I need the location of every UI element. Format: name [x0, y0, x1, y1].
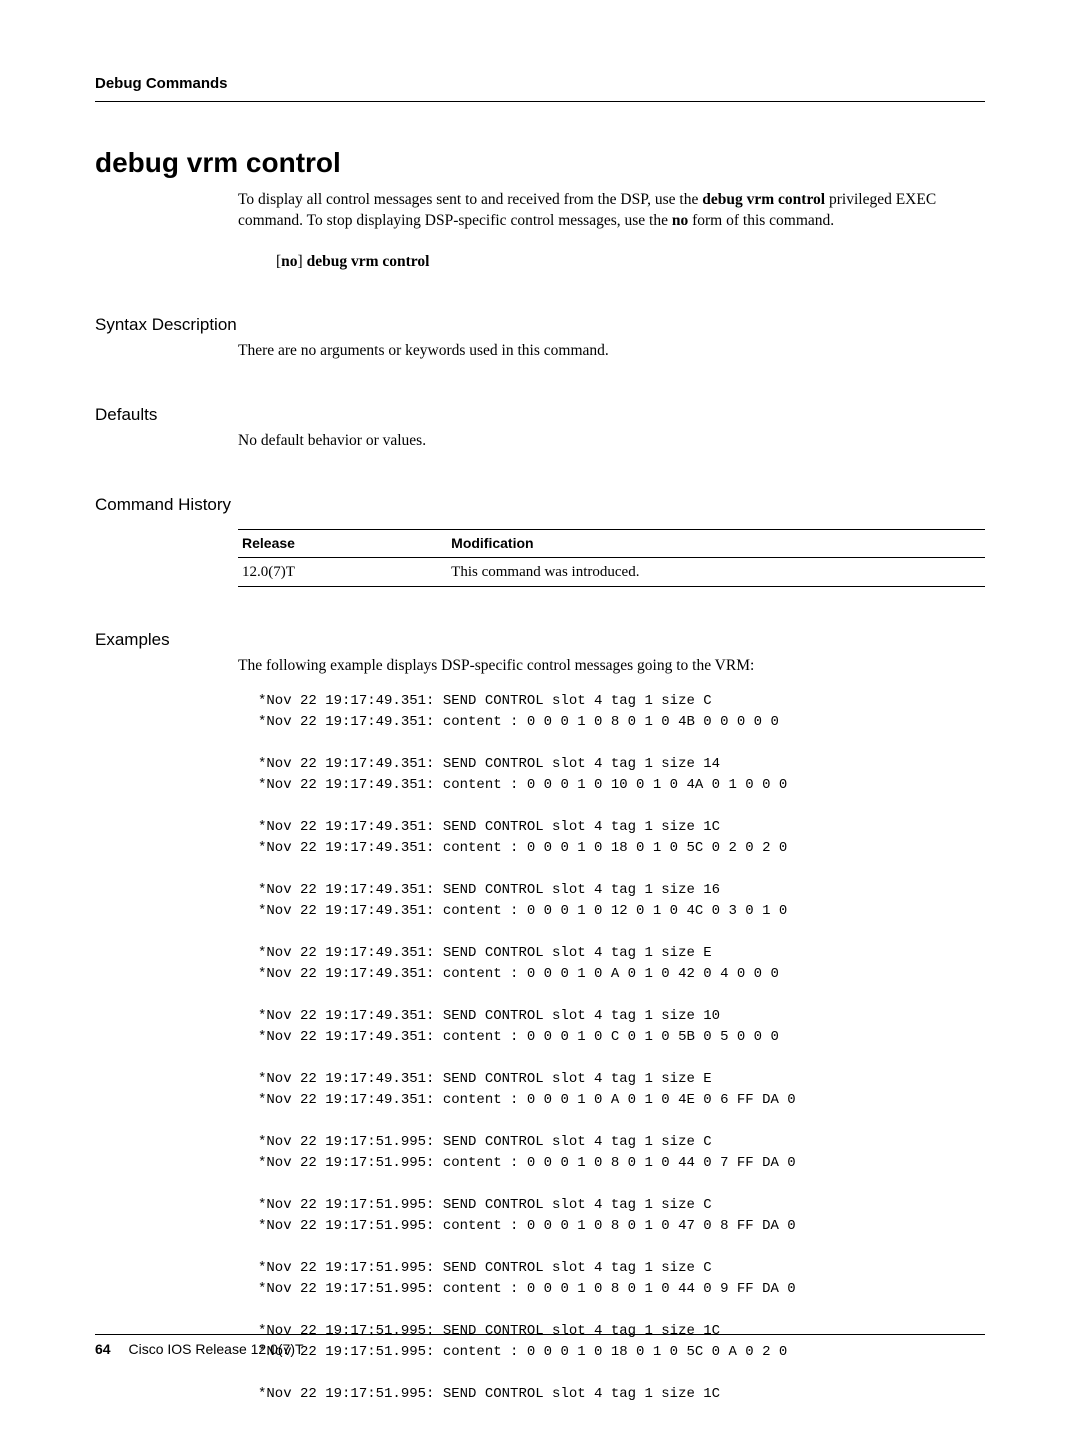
section-examples: Examples [95, 629, 985, 652]
intro-paragraph: To display all control messages sent to … [238, 190, 985, 232]
page-header: Debug Commands [95, 74, 985, 102]
intro-cmd: debug vrm control [702, 191, 825, 208]
syntax-body: There are no arguments or keywords used … [238, 341, 985, 362]
examples-intro: The following example displays DSP-speci… [238, 656, 985, 677]
section-defaults: Defaults [95, 404, 985, 427]
col-modification: Modification [447, 530, 985, 558]
chapter-title: Debug Commands [95, 75, 228, 92]
history-table: Release Modification 12.0(7)T This comma… [238, 529, 985, 587]
cell-modification: This command was introduced. [447, 558, 985, 587]
syntax-rest: debug vrm control [303, 253, 430, 270]
intro-prefix: To display all control messages sent to … [238, 191, 702, 208]
page-number: 64 [95, 1341, 111, 1357]
col-release: Release [238, 530, 447, 558]
defaults-body: No default behavior or values. [238, 431, 985, 452]
section-command-history: Command History [95, 494, 985, 517]
section-syntax-description: Syntax Description [95, 314, 985, 337]
command-title: debug vrm control [95, 144, 985, 182]
syntax-no: no [281, 253, 297, 270]
footer-release: Cisco IOS Release 12.0(7)T [128, 1341, 303, 1357]
table-header-row: Release Modification [238, 530, 985, 558]
intro-suffix: form of this command. [688, 212, 834, 229]
cell-release: 12.0(7)T [238, 558, 447, 587]
syntax-form: [no] debug vrm control [276, 252, 985, 273]
example-output: *Nov 22 19:17:49.351: SEND CONTROL slot … [258, 691, 985, 1405]
page-footer: 64 Cisco IOS Release 12.0(7)T [95, 1334, 985, 1359]
intro-no: no [672, 212, 688, 229]
table-row: 12.0(7)T This command was introduced. [238, 558, 985, 587]
